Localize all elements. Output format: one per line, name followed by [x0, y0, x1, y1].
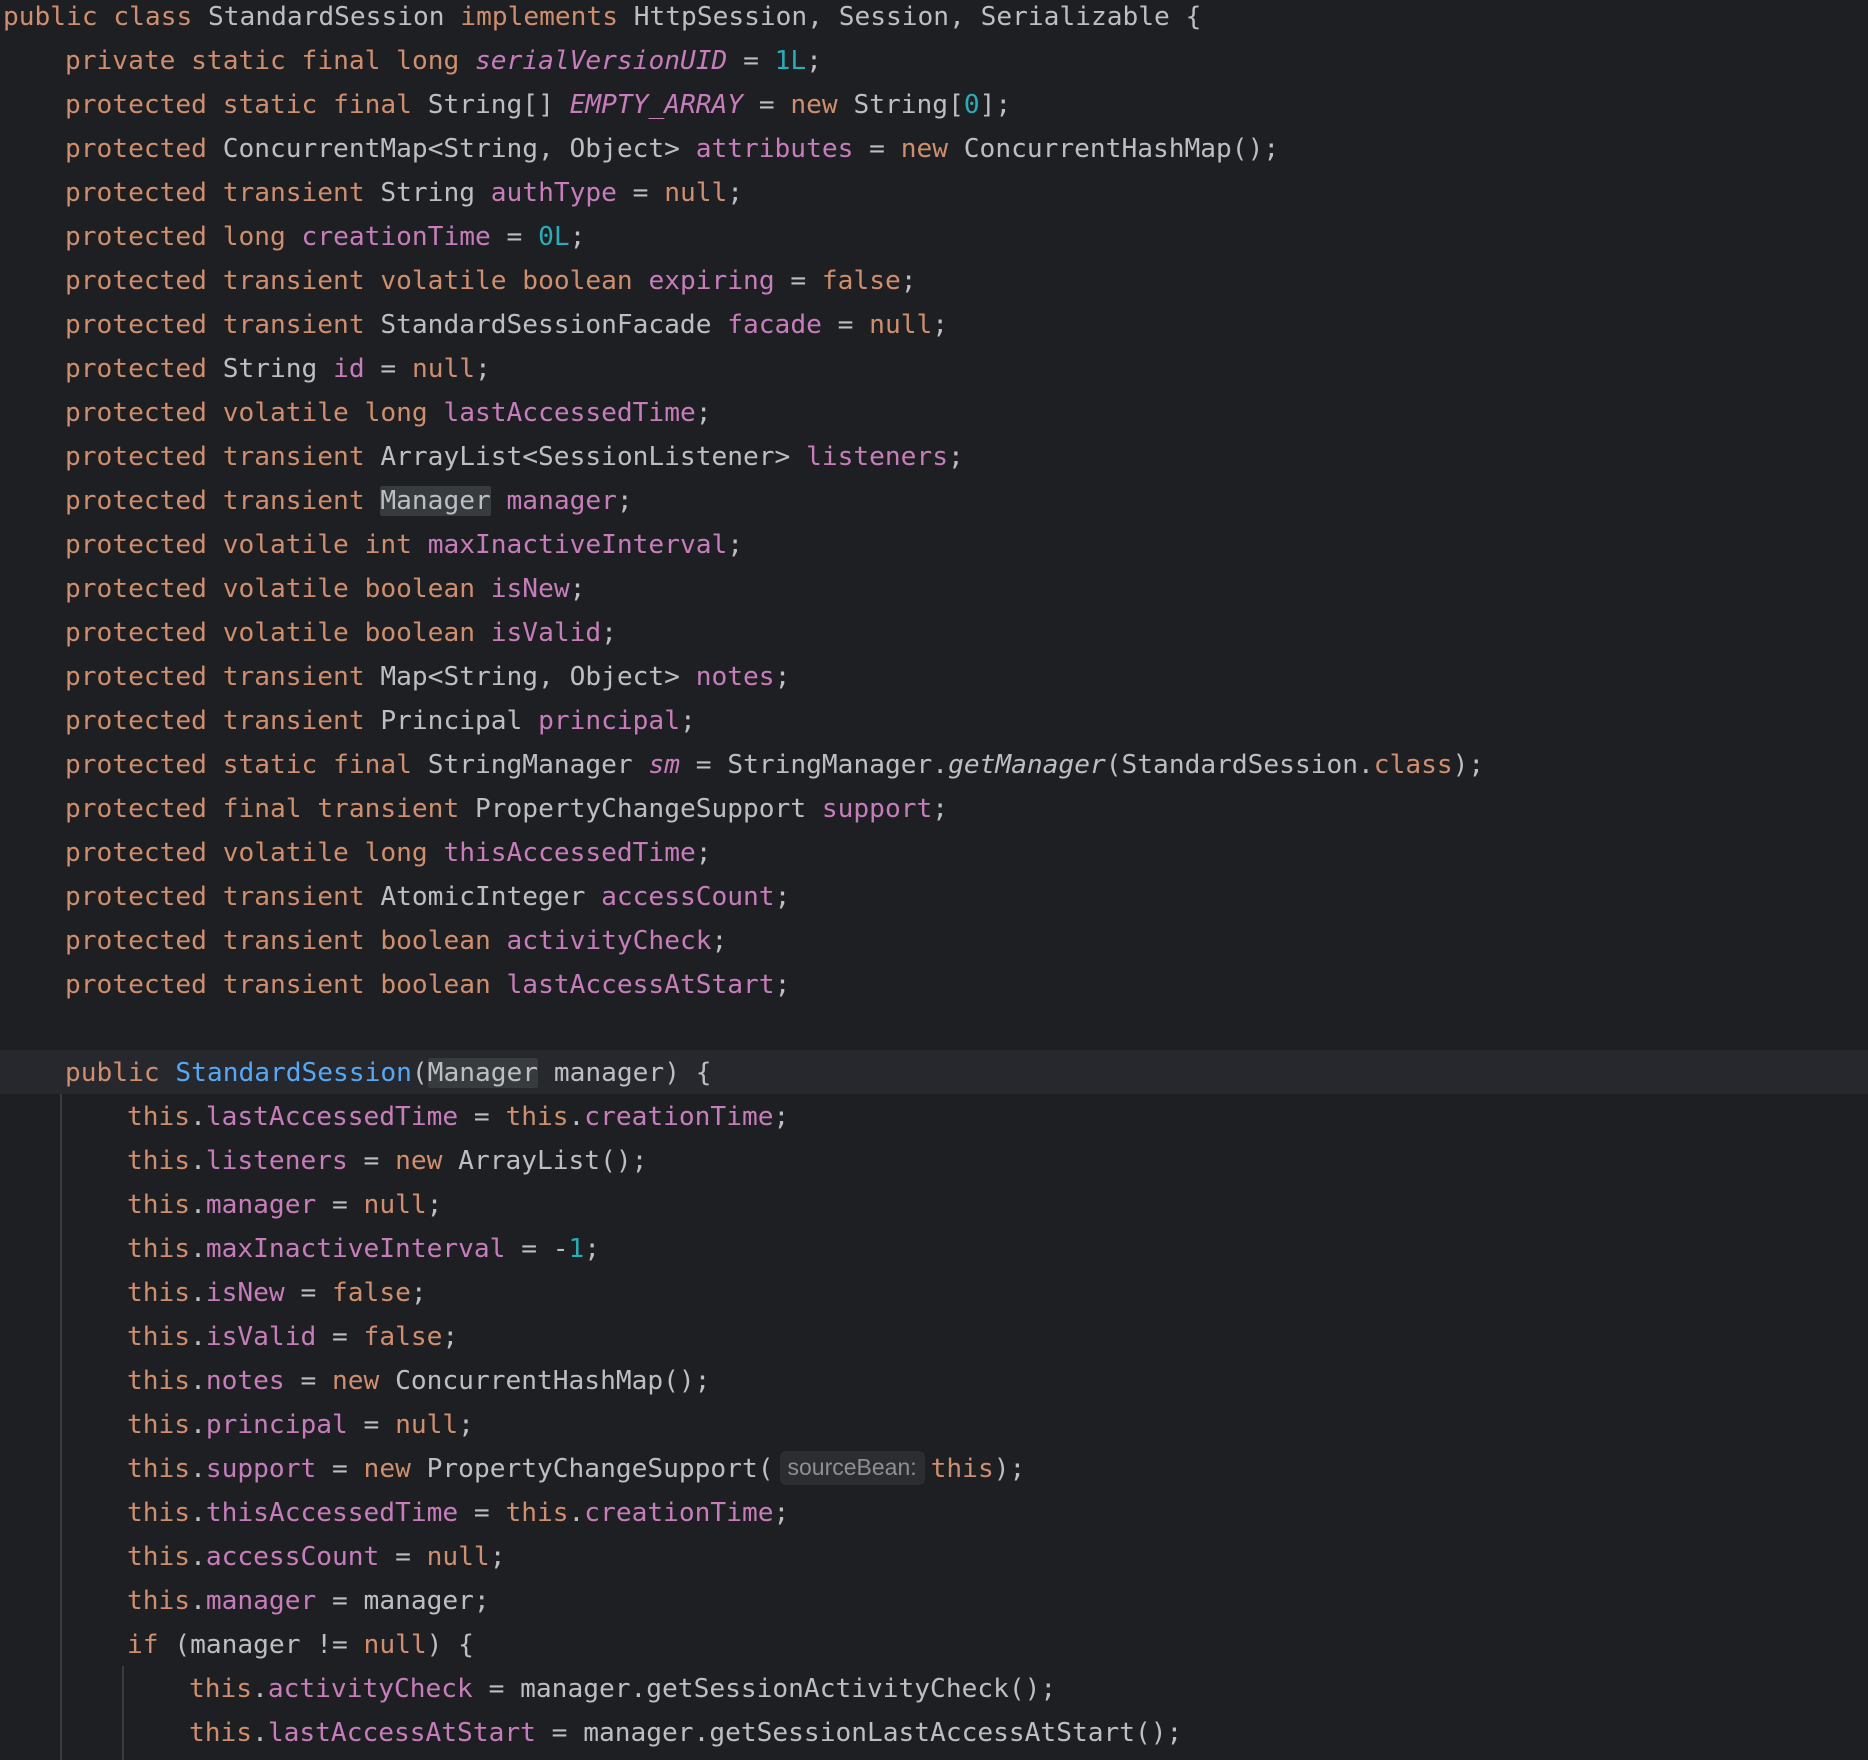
code-line-body-12[interactable]: this.manager = manager; [127, 1579, 490, 1623]
code-line-23[interactable]: protected transient boolean lastAccessAt… [65, 963, 790, 1007]
field-principal[interactable]: principal [538, 706, 680, 736]
code-line-11[interactable]: protected transient ArrayList<SessionLis… [65, 435, 964, 479]
code-line-21[interactable]: protected transient AtomicInteger access… [65, 875, 790, 919]
code-line-1[interactable]: public class StandardSession implements … [3, 0, 1201, 39]
code-line-17[interactable]: protected transient Principal principal; [65, 699, 696, 743]
class-name[interactable]: StandardSession [208, 2, 445, 32]
code-line-body-3[interactable]: this.manager = null; [127, 1183, 442, 1227]
code-line-body-15[interactable]: this.lastAccessAtStart = manager.getSess… [189, 1711, 1182, 1755]
code-line-7[interactable]: protected transient volatile boolean exp… [65, 259, 917, 303]
code-line-body-13[interactable]: if (manager != null) { [127, 1623, 474, 1667]
code-line-body-6[interactable]: this.isValid = false; [127, 1315, 458, 1359]
call-getSessionLastAccessAtStart[interactable]: manager.getSessionLastAccessAtStart(); [583, 1718, 1182, 1748]
code-line-body-9[interactable]: this.support = new PropertyChangeSupport… [127, 1447, 1025, 1491]
inlay-hint-sourceBean: sourceBean: [779, 1451, 925, 1485]
field-isNew[interactable]: isNew [491, 574, 570, 604]
field-thisAccessedTime[interactable]: thisAccessedTime [443, 838, 695, 868]
code-line-10[interactable]: protected volatile long lastAccessedTime… [65, 391, 712, 435]
type-manager-highlighted[interactable]: Manager [380, 486, 491, 516]
field-notes[interactable]: notes [696, 662, 775, 692]
field-lastAccessAtStart[interactable]: lastAccessAtStart [507, 970, 775, 1000]
code-line-body-1[interactable]: this.lastAccessedTime = this.creationTim… [127, 1095, 789, 1139]
field-attributes[interactable]: attributes [696, 134, 854, 164]
field-authType[interactable]: authType [491, 178, 617, 208]
field-maxInactiveInterval[interactable]: maxInactiveInterval [428, 530, 728, 560]
field-expiring[interactable]: expiring [648, 266, 774, 296]
code-line-body-7[interactable]: this.notes = new ConcurrentHashMap(); [127, 1359, 710, 1403]
code-line-22[interactable]: protected transient boolean activityChec… [65, 919, 727, 963]
code-line-body-2[interactable]: this.listeners = new ArrayList(); [127, 1139, 647, 1183]
field-EMPTY_ARRAY[interactable]: EMPTY_ARRAY [570, 90, 743, 120]
code-line-body-10[interactable]: this.thisAccessedTime = this.creationTim… [127, 1491, 789, 1535]
field-lastAccessedTime[interactable]: lastAccessedTime [443, 398, 695, 428]
code-line-3[interactable]: protected static final String[] EMPTY_AR… [65, 83, 1011, 127]
code-line-18[interactable]: protected static final StringManager sm … [65, 743, 1484, 787]
param-type-manager-highlighted[interactable]: Manager [427, 1058, 539, 1088]
code-line-6[interactable]: protected long creationTime = 0L; [65, 215, 585, 259]
field-manager[interactable]: manager [507, 486, 617, 516]
field-facade[interactable]: facade [727, 310, 822, 340]
constructor-name[interactable]: StandardSession [175, 1058, 412, 1088]
code-line-12[interactable]: protected transient Manager manager; [65, 479, 633, 523]
call-getManager[interactable]: getManager [948, 750, 1106, 780]
code-line-constructor[interactable]: public StandardSession(Manager manager) … [65, 1051, 712, 1095]
field-creationTime[interactable]: creationTime [302, 222, 491, 252]
code-line-5[interactable]: protected transient String authType = nu… [65, 171, 743, 215]
code-line-20[interactable]: protected volatile long thisAccessedTime… [65, 831, 712, 875]
code-line-2[interactable]: private static final long serialVersionU… [65, 39, 822, 83]
field-id[interactable]: id [333, 354, 365, 384]
field-listeners[interactable]: listeners [806, 442, 948, 472]
field-isValid[interactable]: isValid [491, 618, 601, 648]
code-line-body-4[interactable]: this.maxInactiveInterval = -1; [127, 1227, 600, 1271]
code-line-15[interactable]: protected volatile boolean isValid; [65, 611, 617, 655]
param-manager[interactable]: manager [554, 1058, 664, 1088]
code-line-14[interactable]: protected volatile boolean isNew; [65, 567, 585, 611]
field-activityCheck[interactable]: activityCheck [507, 926, 712, 956]
code-line-13[interactable]: protected volatile int maxInactiveInterv… [65, 523, 743, 567]
field-sm[interactable]: sm [648, 750, 680, 780]
call-getSessionActivityCheck[interactable]: manager.getSessionActivityCheck(); [520, 1674, 1056, 1704]
field-accessCount[interactable]: accessCount [601, 882, 774, 912]
code-line-16[interactable]: protected transient Map<String, Object> … [65, 655, 790, 699]
code-line-8[interactable]: protected transient StandardSessionFacad… [65, 303, 948, 347]
code-line-19[interactable]: protected final transient PropertyChange… [65, 787, 948, 831]
field-support[interactable]: support [822, 794, 932, 824]
code-editor[interactable]: public class StandardSession implements … [0, 0, 1868, 1760]
code-line-body-8[interactable]: this.principal = null; [127, 1403, 474, 1447]
field-serialVersionUID[interactable]: serialVersionUID [475, 46, 727, 76]
code-line-body-14[interactable]: this.activityCheck = manager.getSessionA… [189, 1667, 1056, 1711]
indent-guide-constructor [60, 1094, 62, 1760]
interfaces[interactable]: HttpSession, Session, Serializable [634, 2, 1170, 32]
indent-guide-if-block [122, 1666, 124, 1760]
code-line-9[interactable]: protected String id = null; [65, 347, 491, 391]
code-line-body-11[interactable]: this.accessCount = null; [127, 1535, 505, 1579]
code-line-body-5[interactable]: this.isNew = false; [127, 1271, 427, 1315]
code-line-4[interactable]: protected ConcurrentMap<String, Object> … [65, 127, 1279, 171]
